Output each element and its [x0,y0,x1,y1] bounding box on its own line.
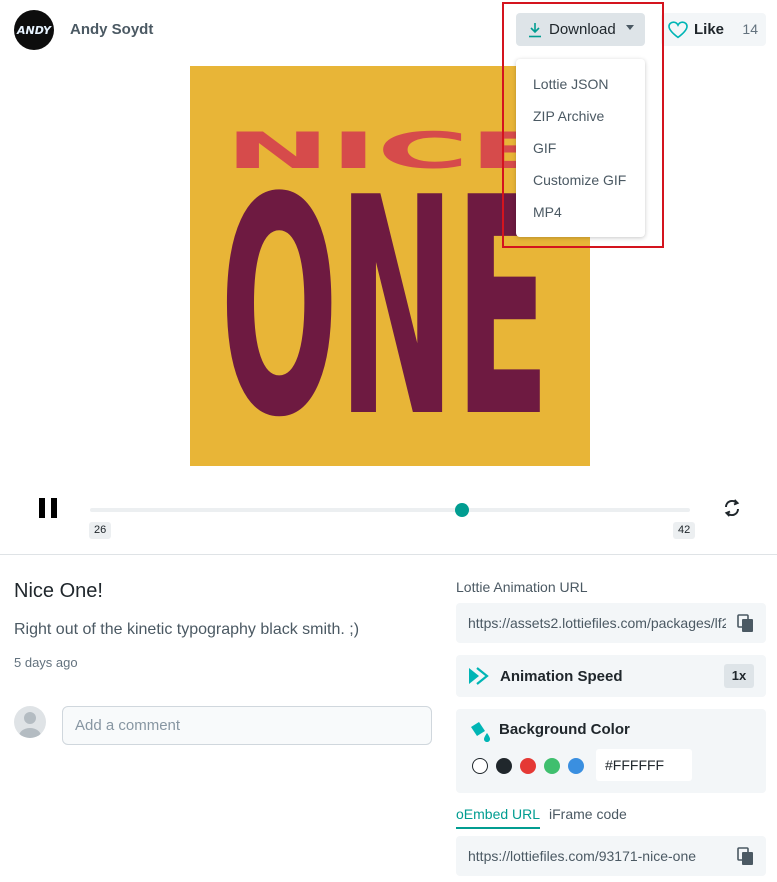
tab-oembed-url[interactable]: oEmbed URL [456,806,541,829]
download-button[interactable]: Download [516,13,645,46]
user-avatar-icon [14,706,46,738]
tab-iframe-code[interactable]: iFrame code [549,806,627,827]
chevron-down-icon [626,25,634,30]
background-color-row: Background Color [456,709,766,793]
artwork-text-one: ONE [220,134,550,466]
swatch-black[interactable] [496,758,512,774]
download-label: Download [549,21,616,38]
avatar-logo-text: ANDY [16,24,52,37]
swatch-red[interactable] [520,758,536,774]
copy-icon[interactable] [737,614,754,633]
animation-speed-row[interactable]: Animation Speed 1x [456,655,766,697]
like-count: 14 [742,21,758,37]
pause-button[interactable] [39,498,57,518]
progress-track[interactable] [90,508,690,512]
paint-bucket-icon [471,722,490,742]
total-frames: 42 [673,522,696,539]
bg-color-label: Background Color [499,721,630,738]
swatch-blue[interactable] [568,758,584,774]
animation-title: Nice One! [14,580,103,602]
like-label: Like [694,21,725,38]
menu-item-lottie-json[interactable]: Lottie JSON [516,68,645,100]
posted-time: 5 days ago [14,655,78,670]
heart-icon [668,20,688,38]
speed-icon [469,667,489,685]
comment-input[interactable] [62,706,432,745]
menu-item-zip-archive[interactable]: ZIP Archive [516,100,645,132]
speed-value[interactable]: 1x [724,664,754,688]
menu-item-gif[interactable]: GIF [516,132,645,164]
swatch-white[interactable] [472,758,488,774]
lottie-url-text: https://assets2.lottiefiles.com/packages… [468,615,726,631]
swatch-green[interactable] [544,758,560,774]
pause-icon [39,498,45,518]
current-frame: 26 [89,522,112,539]
hex-color-input[interactable] [596,749,692,781]
download-menu: Lottie JSON ZIP Archive GIF Customize GI… [516,59,645,237]
speed-label: Animation Speed [500,668,623,685]
progress-thumb[interactable] [455,503,469,517]
lottie-url-field[interactable]: https://assets2.lottiefiles.com/packages… [456,603,766,643]
lottie-url-label: Lottie Animation URL [456,579,588,595]
embed-url-text: https://lottiefiles.com/93171-nice-one [468,848,697,864]
animation-description: Right out of the kinetic typography blac… [14,621,360,638]
copy-embed-icon[interactable] [737,847,754,866]
embed-url-field[interactable]: https://lottiefiles.com/93171-nice-one [456,836,766,876]
author-name[interactable]: Andy Soydt [70,21,153,38]
loop-icon[interactable] [722,498,742,518]
like-button[interactable]: Like 14 [661,13,766,46]
download-icon [529,22,541,37]
author-avatar[interactable]: ANDY [14,10,54,50]
menu-item-customize-gif[interactable]: Customize GIF [516,164,645,196]
menu-item-mp4[interactable]: MP4 [516,196,645,228]
section-divider [0,554,777,555]
